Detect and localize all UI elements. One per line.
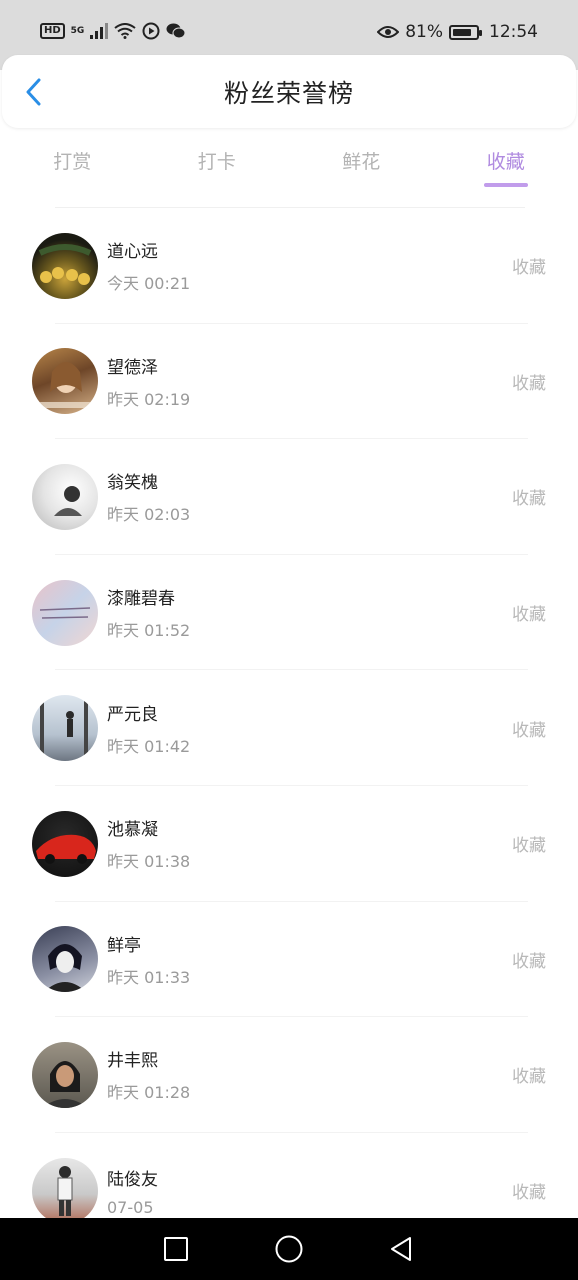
system-back-button[interactable] [382,1229,422,1269]
tab-label: 鲜花 [342,151,381,173]
fan-name: 漆雕碧春 [107,589,175,610]
eye-icon [377,26,400,38]
fan-info: 鲜亭 昨天 01:33 [107,931,190,988]
battery-level [453,28,471,36]
wechat-icon [166,23,186,39]
fan-info: 道心远 今天 00:21 [107,237,190,294]
favorite-label: 收藏 [512,373,546,394]
avatar [32,348,98,415]
fan-info: 翁笑槐 昨天 02:03 [107,468,190,525]
fan-name: 道心远 [107,242,158,263]
avatar [32,695,98,762]
tab-label: 打赏 [53,151,92,173]
fan-time: 昨天 01:28 [107,1083,191,1103]
play-circle-icon [142,22,160,40]
signal-label: 5G [70,25,85,36]
avatar [32,810,98,877]
favorite-label: 收藏 [512,1183,546,1204]
cellular-signal-icon [90,23,109,39]
list-item[interactable]: 池慕凝 昨天 01:38 收藏 [0,786,578,902]
avatar [32,232,98,299]
avatar [32,579,98,646]
fan-info: 池慕凝 昨天 01:38 [107,815,190,872]
back-button[interactable] [18,77,48,107]
triangle-back-icon [390,1237,411,1261]
fan-time: 昨天 02:19 [107,389,191,409]
active-tab-indicator [483,183,528,187]
avatar-image [39,606,91,619]
avatar [32,463,98,530]
avatar [32,926,98,993]
list-item[interactable]: 道心远 今天 00:21 收藏 [0,208,578,324]
avatar-image [44,944,86,993]
avatar-image [36,834,96,864]
avatar-image [54,485,82,516]
tab-bar: 打赏 打卡 鲜花 收藏 [0,135,578,195]
fan-name: 池慕凝 [107,820,158,841]
page-title: 粉丝荣誉榜 [223,78,354,108]
home-button[interactable] [269,1229,309,1269]
fan-info: 漆雕碧春 昨天 01:52 [107,584,190,641]
tab-favorites[interactable]: 收藏 [434,135,578,195]
fan-time: 昨天 01:52 [107,621,191,641]
fan-info: 井丰熙 昨天 01:28 [107,1046,190,1103]
fan-time: 昨天 01:33 [107,967,191,987]
favorite-label: 收藏 [512,720,546,741]
tab-tip[interactable]: 打赏 [0,135,145,195]
fan-list: 道心远 今天 00:21 收藏 望德泽 昨天 02:19 收藏 翁笑槐 昨天 0… [0,208,578,1248]
fan-time: 07-05 [107,1197,154,1217]
avatar-image [38,243,92,285]
tab-label: 收藏 [486,151,525,173]
list-item[interactable]: 漆雕碧春 昨天 01:52 收藏 [0,555,578,671]
fan-name: 翁笑槐 [107,473,158,494]
list-item[interactable]: 严元良 昨天 01:42 收藏 [0,670,578,786]
tab-flowers[interactable]: 鲜花 [289,135,434,195]
fan-info: 陆俊友 07-05 [107,1165,158,1217]
fan-time: 昨天 02:03 [107,505,191,525]
favorite-label: 收藏 [512,951,546,972]
avatar-image [57,1165,73,1216]
avatar [32,1157,98,1224]
system-nav-bar [0,1218,578,1280]
fan-name: 井丰熙 [107,1051,158,1072]
avatar-image [38,362,92,409]
fan-name: 鲜亭 [107,935,141,956]
circle-icon [275,1235,303,1263]
fan-time: 今天 00:21 [107,274,191,294]
list-item[interactable]: 望德泽 昨天 02:19 收藏 [0,324,578,440]
fan-time: 昨天 01:38 [107,852,191,872]
hd-icon: HD [40,23,65,39]
fan-info: 望德泽 昨天 02:19 [107,353,190,410]
status-right: 81% 12:54 [377,22,538,42]
battery-icon [449,24,482,40]
favorite-label: 收藏 [512,489,546,510]
battery-percent: 81% [405,22,443,42]
tab-label: 打卡 [197,151,236,173]
square-icon [164,1237,189,1261]
favorite-label: 收藏 [512,605,546,626]
recent-apps-button[interactable] [156,1229,196,1269]
fan-name: 陆俊友 [107,1169,158,1190]
list-item[interactable]: 翁笑槐 昨天 02:03 收藏 [0,439,578,555]
list-item[interactable]: 井丰熙 昨天 01:28 收藏 [0,1017,578,1133]
list-item[interactable]: 鲜亭 昨天 01:33 收藏 [0,902,578,1018]
avatar-image [40,695,88,762]
clock: 12:54 [489,22,538,42]
header-bar: 粉丝荣誉榜 [2,55,576,128]
favorite-label: 收藏 [512,836,546,857]
fan-name: 望德泽 [107,357,158,378]
status-left: HD 5G [40,22,186,40]
chevron-left-icon [26,78,41,106]
wifi-icon [114,23,136,39]
avatar-image [42,1060,88,1108]
fan-name: 严元良 [107,704,158,725]
tab-checkin[interactable]: 打卡 [145,135,290,195]
favorite-label: 收藏 [512,258,546,279]
favorite-label: 收藏 [512,1067,546,1088]
avatar [32,1041,98,1108]
fan-info: 严元良 昨天 01:42 [107,700,190,757]
fan-time: 昨天 01:42 [107,736,191,756]
